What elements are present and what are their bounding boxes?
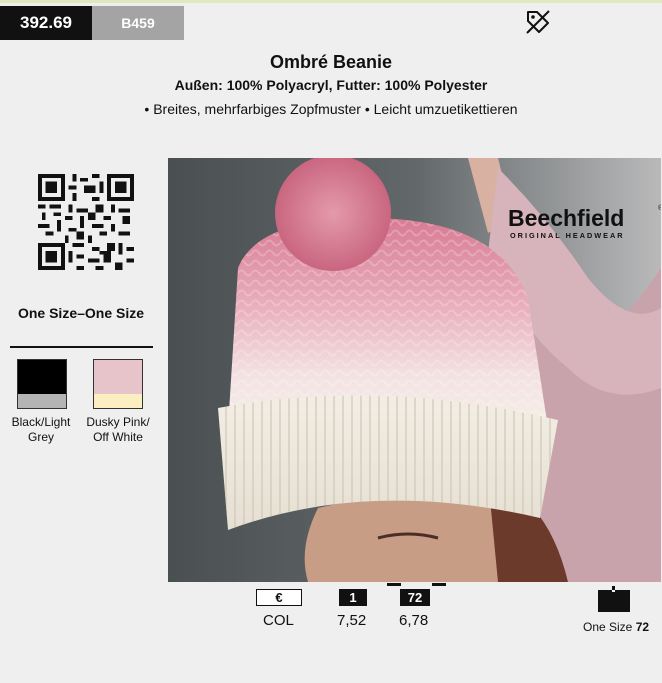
packaging-info: One Size 72 [583,620,650,634]
article-number: 392.69 [0,6,92,40]
price-qty-72: 6,78 [399,612,429,629]
product-material: Außen: 100% Polyacryl, Futter: 100% Poly… [174,77,488,93]
size-divider [10,346,153,348]
qr-code [38,174,134,270]
qty-72-box: 72 [400,589,430,606]
color-label: Dusky Pink/ Off White [86,415,150,444]
product-title: Ombré Beanie [269,52,393,72]
carton-box-icon [598,586,630,612]
brand-logo-subtitle: ORIGINAL HEADWEAR [510,231,625,240]
brand-code: B459 [92,6,184,40]
col-label: COL [263,612,294,629]
price-tag-off-icon [526,10,550,34]
size-label: One Size–One Size [17,305,145,321]
qty-tier-marker [387,583,401,586]
color-swatch-black-light-grey[interactable] [17,359,67,409]
price-qty-1: 7,52 [337,612,367,629]
product-features: • Breites, mehrfarbiges Zopfmuster • Lei… [144,101,518,117]
color-label: Black/Light Grey [11,415,71,444]
brand-logo-trademark: ® [658,204,661,212]
qty-tier-marker [432,583,446,586]
product-photo: Beechfield ® ORIGINAL HEADWEAR [168,158,661,582]
qty-1-box: 1 [339,589,367,606]
top-accent-line [0,0,662,3]
brand-logo: Beechfield [508,205,624,231]
currency-box: € [256,589,302,606]
color-swatch-dusky-pink-off-white[interactable] [93,359,143,409]
